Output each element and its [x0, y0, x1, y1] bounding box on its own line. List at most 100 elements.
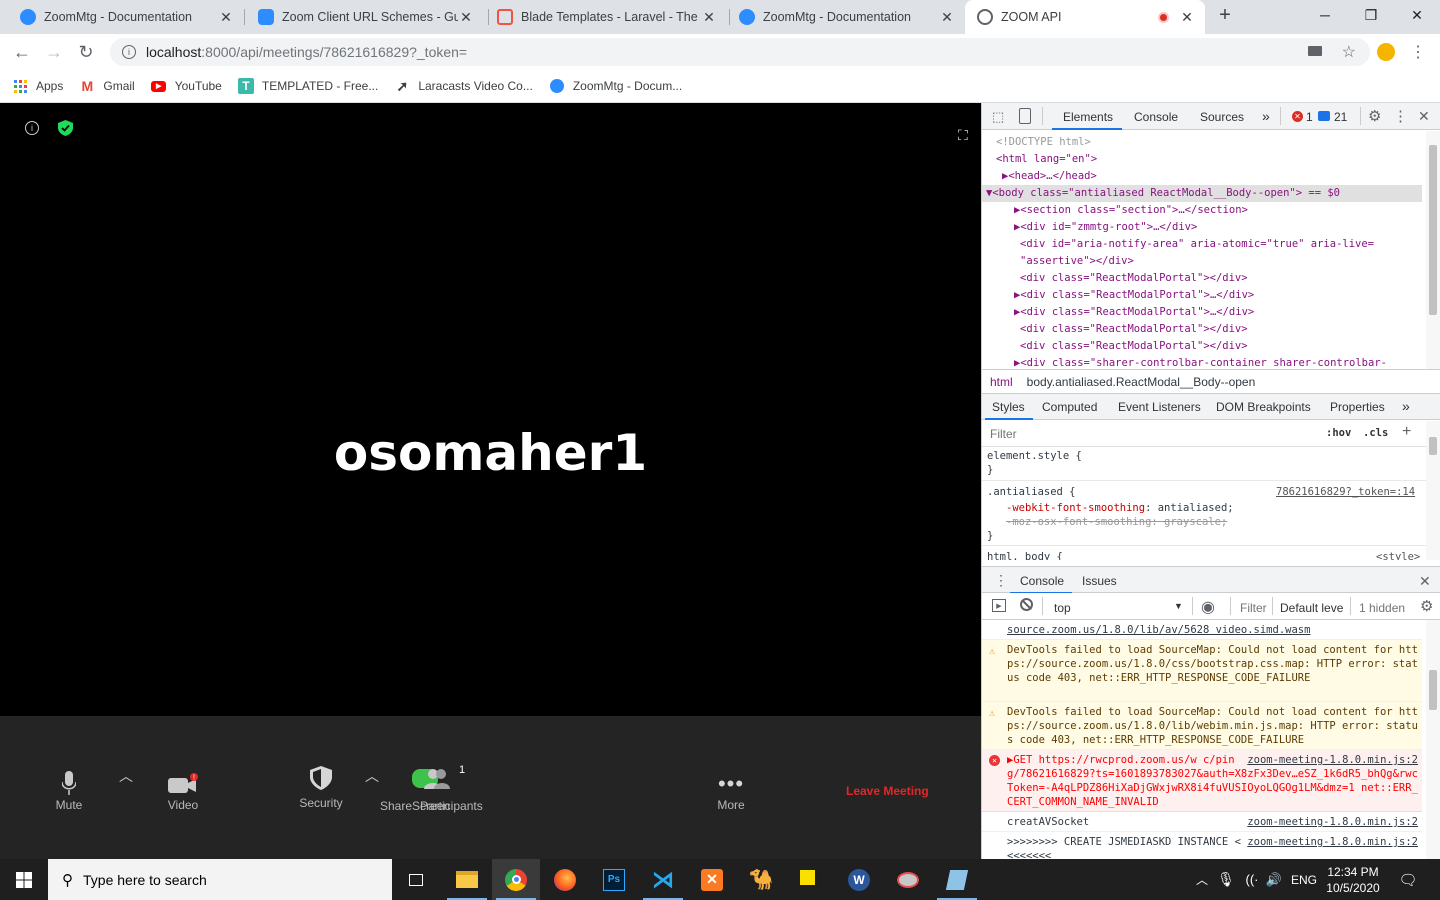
sidebar-toggle-icon[interactable]: ▶: [992, 599, 1006, 612]
dom-node[interactable]: ▶<head>…</head>: [982, 168, 1422, 185]
info-icon[interactable]: i: [122, 45, 136, 59]
rule-source-link[interactable]: <style>: [1376, 551, 1420, 560]
dom-node[interactable]: ▶<section class="section">…</section>: [982, 202, 1422, 219]
task-view-icon[interactable]: [392, 859, 440, 900]
close-icon[interactable]: ✕: [1419, 573, 1431, 590]
address-bar[interactable]: i localhost:8000/api/meetings/7862161682…: [110, 38, 1370, 66]
menu-icon[interactable]: ⋮: [1404, 38, 1432, 66]
tab-zoommtg-docs-2[interactable]: ZoomMtg - Documentation ✕: [719, 0, 965, 34]
tab-elements[interactable]: Elements: [1063, 110, 1113, 124]
notification-icon[interactable]: 🗨: [1392, 859, 1424, 900]
taskbar-search[interactable]: ⚲ Type here to search: [48, 859, 392, 900]
error-count[interactable]: 1: [1306, 110, 1313, 124]
bookmark-laracasts[interactable]: ➚ Laracasts Video Co...: [394, 78, 532, 94]
wifi-icon[interactable]: ((·: [1240, 859, 1264, 900]
chrome-icon[interactable]: [492, 859, 540, 900]
console-source-link[interactable]: zoom-meeting-1.8.0.min.js:2: [1247, 753, 1418, 767]
more-tabs-button[interactable]: »: [1262, 108, 1270, 124]
breadcrumb-body[interactable]: body.antialiased.ReactModal__Body--open: [1027, 375, 1256, 389]
clock[interactable]: 12:34 PM 10/5/2020: [1322, 859, 1384, 900]
bookmark-templated[interactable]: T TEMPLATED - Free...: [237, 78, 378, 94]
dom-node[interactable]: <!DOCTYPE html>: [982, 134, 1422, 151]
xampp-icon[interactable]: ✕: [688, 859, 736, 900]
drawer-menu-icon[interactable]: ⋮: [994, 572, 1008, 589]
dom-node-selected[interactable]: ▼<body class="antialiased ReactModal__Bo…: [982, 185, 1422, 202]
console-source-link[interactable]: zoom-meeting-1.8.0.min.js:2: [1247, 815, 1418, 829]
dom-node[interactable]: <div class="ReactModalPortal"></div>: [982, 321, 1422, 338]
console-message[interactable]: source.zoom.us/1.8.0/lib/av/5628 video.s…: [982, 620, 1422, 640]
dom-node[interactable]: "assertive"></div>: [982, 253, 1422, 270]
shield-check-icon[interactable]: [58, 120, 73, 139]
reload-icon[interactable]: ↻: [72, 38, 100, 66]
dom-scrollbar[interactable]: [1426, 131, 1440, 369]
breadcrumb-html[interactable]: html: [990, 375, 1013, 389]
camera-icon[interactable]: [1308, 46, 1322, 56]
console-message[interactable]: ⚠ DevTools failed to load SourceMap: Coul…: [982, 702, 1422, 750]
cls-button[interactable]: .cls: [1363, 427, 1388, 439]
new-tab-button[interactable]: +: [1204, 0, 1246, 30]
scrollbar-thumb[interactable]: [1429, 145, 1437, 315]
word-icon[interactable]: W: [835, 859, 883, 900]
log-levels-dropdown[interactable]: Default leve: [1280, 601, 1343, 615]
console-message[interactable]: ⚠ DevTools failed to load SourceMap: Coul…: [982, 640, 1422, 702]
chevron-up-icon[interactable]: ︿: [119, 766, 133, 786]
leave-meeting-button[interactable]: Leave Meeting: [846, 784, 929, 798]
dom-node[interactable]: <div class="ReactModalPortal"></div>: [982, 338, 1422, 355]
tab-computed[interactable]: Computed: [1042, 400, 1097, 414]
microphone-icon[interactable]: 🎙: [1216, 859, 1236, 900]
video-button[interactable]: ! Video: [160, 770, 206, 812]
dom-node[interactable]: ▶<div class="ReactModalPortal">…</div>: [982, 304, 1422, 321]
dom-node[interactable]: <html lang="en">: [982, 151, 1422, 168]
tab-event-listeners[interactable]: Event Listeners: [1118, 400, 1201, 414]
close-icon[interactable]: ✕: [458, 9, 474, 26]
console-filter-input[interactable]: Filter: [1240, 601, 1267, 615]
notepad-icon[interactable]: [933, 859, 981, 900]
css-property-overridden[interactable]: -moz-osx-font-smoothing: grayscale;: [1006, 516, 1227, 528]
bookmark-zoommtg[interactable]: ZoomMtg - Docum...: [549, 78, 682, 94]
gear-icon[interactable]: ⚙: [1368, 107, 1381, 125]
rule-source-link[interactable]: 78621616829?_token=:14: [1276, 486, 1415, 498]
firefox-icon[interactable]: [541, 859, 589, 900]
chevron-up-icon[interactable]: ︿: [365, 766, 379, 786]
star-icon[interactable]: ☆: [1342, 42, 1356, 62]
vscode-icon[interactable]: ⋊: [639, 859, 687, 900]
console-message[interactable]: zoom-meeting-1.8.0.min.js:2 >>>>>>>> CREA…: [982, 832, 1422, 859]
message-count[interactable]: 21: [1334, 110, 1347, 124]
more-tabs-button[interactable]: »: [1402, 398, 1410, 414]
security-button[interactable]: Security: [296, 764, 346, 810]
css-property-name[interactable]: -webkit-font-smoothing: [1006, 502, 1145, 514]
dom-node[interactable]: ▶<div id="zmmtg-root">…</div>: [982, 219, 1422, 236]
console-scrollbar[interactable]: [1426, 620, 1440, 859]
tab-sources[interactable]: Sources: [1200, 110, 1244, 124]
fullscreen-icon[interactable]: ⛶: [958, 127, 968, 144]
drawer-tab-issues[interactable]: Issues: [1082, 574, 1117, 588]
back-icon[interactable]: ←: [8, 38, 36, 66]
console-message[interactable]: ✕ zoom-meeting-1.8.0.min.js:2 ▶GET https:/…: [982, 750, 1422, 812]
minimize-icon[interactable]: ─: [1302, 0, 1348, 30]
scrollbar-thumb[interactable]: [1429, 670, 1437, 710]
scrollbar-thumb[interactable]: [1429, 437, 1437, 455]
tab-console[interactable]: Console: [1134, 110, 1178, 124]
tab-zoom-url-schemes[interactable]: Zoom Client URL Schemes - Guid ✕: [238, 0, 484, 34]
styles-scrollbar[interactable]: [1426, 421, 1440, 560]
file-explorer-icon[interactable]: [443, 859, 491, 900]
db-tool-icon[interactable]: 🐪: [737, 859, 785, 900]
dom-node[interactable]: ▶<div class="ReactModalPortal">…</div>: [982, 287, 1422, 304]
tab-zoommtg-docs-1[interactable]: ZoomMtg - Documentation ✕: [0, 0, 244, 34]
extension-icon[interactable]: [1372, 38, 1400, 66]
mute-button[interactable]: Mute: [46, 770, 92, 812]
menu-icon[interactable]: ⋮: [1393, 107, 1408, 125]
html-body-rule-selector[interactable]: html, body {: [987, 551, 1063, 560]
forward-icon[interactable]: →: [40, 38, 68, 66]
clear-console-icon[interactable]: [1020, 598, 1033, 611]
language-indicator[interactable]: ENG: [1288, 859, 1320, 900]
bookmark-apps[interactable]: Apps: [12, 78, 63, 94]
dom-node[interactable]: ▶<div class="sharer-controlbar-container…: [982, 355, 1422, 369]
close-window-icon[interactable]: ✕: [1394, 0, 1440, 30]
tab-properties[interactable]: Properties: [1330, 400, 1385, 414]
tab-styles[interactable]: Styles: [992, 400, 1025, 414]
tab-zoom-api[interactable]: ZOOM API ✕: [965, 0, 1205, 34]
close-icon[interactable]: ✕: [218, 9, 234, 26]
close-icon[interactable]: ✕: [701, 9, 717, 26]
console-source-link[interactable]: zoom-meeting-1.8.0.min.js:2: [1247, 835, 1418, 849]
